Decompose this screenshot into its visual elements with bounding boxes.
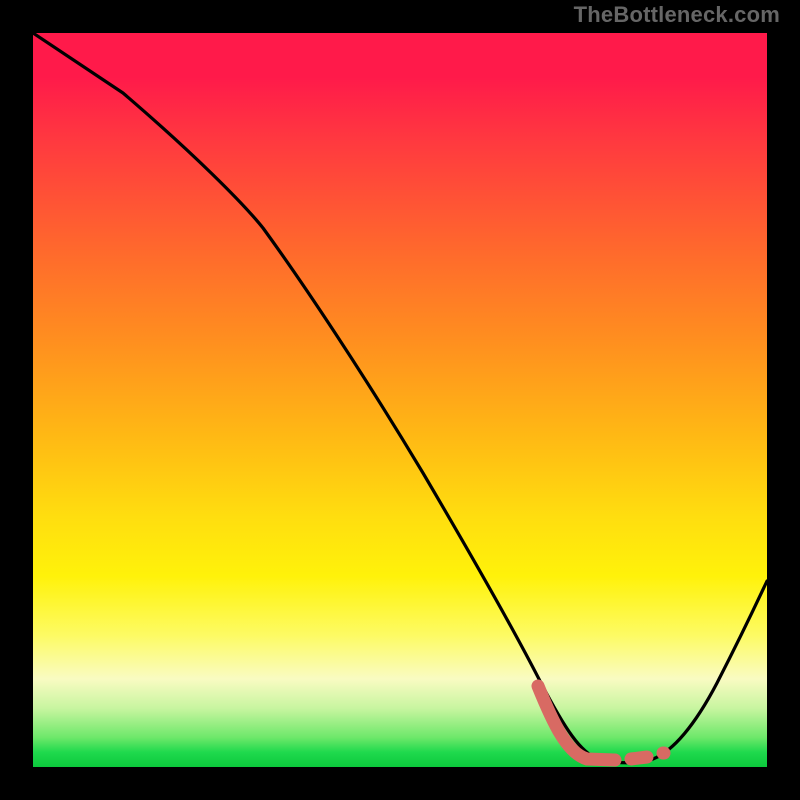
plot-area <box>33 33 767 767</box>
curve-layer <box>33 33 767 767</box>
highlight-segment <box>538 686 664 760</box>
chart-frame: TheBottleneck.com <box>0 0 800 800</box>
main-curve <box>33 33 767 763</box>
watermark-text: TheBottleneck.com <box>574 2 780 28</box>
